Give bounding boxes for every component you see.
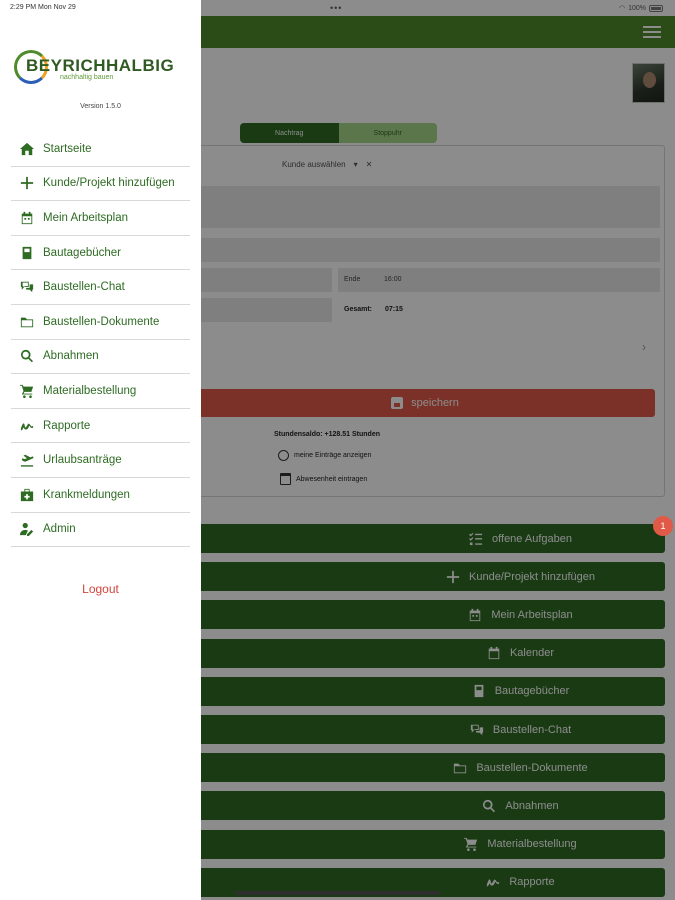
drawer-item-label: Startseite	[43, 142, 92, 155]
search-icon	[19, 348, 35, 364]
drawer-item-label: Krankmeldungen	[43, 488, 130, 501]
logo-tagline: nachhaltig bauen	[60, 74, 114, 81]
drawer-item-label: Urlaubsanträge	[43, 454, 122, 467]
drawer-item-label: Baustellen-Dokumente	[43, 315, 160, 328]
drawer-item-user-edit[interactable]: Admin	[11, 513, 190, 548]
drawer-item-medkit[interactable]: Krankmeldungen	[11, 478, 190, 513]
drawer-item-label: Kunde/Projekt hinzufügen	[43, 177, 175, 190]
drawer-item-chat[interactable]: Baustellen-Chat	[11, 270, 190, 305]
drawer-item-plane[interactable]: Urlaubsanträge	[11, 443, 190, 478]
drawer-item-label: Materialbestellung	[43, 384, 137, 397]
signature-icon	[19, 418, 35, 434]
navigation-drawer: BEYRICHHALBIG nachhaltig bauen Version 1…	[0, 0, 201, 900]
home-icon	[19, 141, 35, 157]
drawer-item-folder[interactable]: Baustellen-Dokumente	[11, 305, 190, 340]
logo-wordmark: BEYRICHHALBIG	[26, 56, 175, 75]
status-time: 2:29 PM Mon Nov 29	[10, 4, 76, 11]
battery-icon	[649, 4, 663, 12]
company-logo: BEYRICHHALBIG nachhaltig bauen	[14, 48, 189, 88]
battery-percent: 100%	[628, 4, 646, 12]
drawer-item-home[interactable]: Startseite	[11, 132, 190, 167]
drawer-item-search[interactable]: Abnahmen	[11, 340, 190, 375]
status-bar: 2:29 PM Mon Nov 29 ••• ◠ 100%	[0, 0, 675, 16]
user-edit-icon	[19, 521, 35, 537]
book-icon	[19, 245, 35, 261]
battery-indicator: ◠ 100%	[619, 4, 663, 12]
chat-icon	[19, 279, 35, 295]
drawer-item-label: Admin	[43, 523, 76, 536]
cart-icon	[19, 383, 35, 399]
plane-icon	[19, 452, 35, 468]
drawer-item-calendar[interactable]: Mein Arbeitsplan	[11, 201, 190, 236]
drawer-item-label: Baustellen-Chat	[43, 281, 125, 294]
drawer-item-label: Rapporte	[43, 419, 91, 432]
drawer-item-book[interactable]: Bautagebücher	[11, 236, 190, 271]
drawer-item-plus[interactable]: Kunde/Projekt hinzufügen	[11, 167, 190, 202]
drawer-item-cart[interactable]: Materialbestellung	[11, 374, 190, 409]
folder-icon	[19, 314, 35, 330]
plus-icon	[19, 175, 35, 191]
calendar-icon	[19, 210, 35, 226]
multitask-dots-icon: •••	[330, 3, 343, 13]
open-tasks-badge: 1	[653, 516, 673, 536]
drawer-item-label: Abnahmen	[43, 350, 99, 363]
drawer-item-label: Mein Arbeitsplan	[43, 211, 129, 224]
logout-button[interactable]: Logout	[0, 582, 201, 596]
app-version: Version 1.5.0	[80, 103, 121, 110]
drawer-item-signature[interactable]: Rapporte	[11, 409, 190, 444]
wifi-icon: ◠	[618, 5, 626, 12]
medkit-icon	[19, 487, 35, 503]
drawer-menu: Startseite Kunde/Projekt hinzufügen Mein A…	[11, 132, 190, 548]
drawer-item-label: Bautagebücher	[43, 246, 122, 259]
